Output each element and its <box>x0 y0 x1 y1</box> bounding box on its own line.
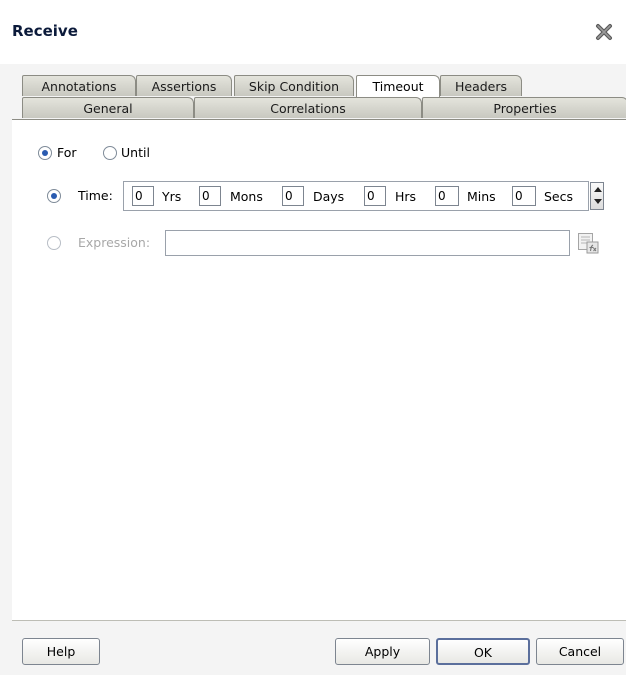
time-spinner[interactable] <box>590 182 604 210</box>
title-bar: Receive <box>0 0 626 64</box>
spin-up-icon[interactable] <box>594 187 602 192</box>
dialog-title: Receive <box>12 22 78 40</box>
tab-properties[interactable]: Properties <box>422 97 626 118</box>
expression-builder-icon[interactable] <box>577 232 599 254</box>
hours-field[interactable]: 0 <box>364 186 386 206</box>
hours-unit: Hrs <box>395 189 417 204</box>
days-field[interactable]: 0 <box>282 186 304 206</box>
help-button[interactable]: Help <box>22 638 100 665</box>
expression-label: Expression: <box>78 235 151 250</box>
until-label: Until <box>121 145 150 160</box>
for-label: For <box>57 145 77 160</box>
until-radio[interactable] <box>103 146 117 160</box>
minutes-unit: Mins <box>467 189 496 204</box>
receive-dialog: Receive Annotations Assertions Skip Cond… <box>0 0 626 675</box>
days-unit: Days <box>313 189 345 204</box>
for-radio[interactable] <box>38 146 52 160</box>
spin-down-icon[interactable] <box>594 199 602 204</box>
minutes-field[interactable]: 0 <box>435 186 459 206</box>
ok-button[interactable]: OK <box>436 638 530 665</box>
tab-annotations[interactable]: Annotations <box>22 75 136 96</box>
tab-general[interactable]: General <box>22 97 194 118</box>
time-radio[interactable] <box>47 189 61 203</box>
years-unit: Yrs <box>162 189 182 204</box>
apply-button[interactable]: Apply <box>335 638 430 665</box>
tab-correlations[interactable]: Correlations <box>194 97 422 118</box>
months-unit: Mons <box>230 189 263 204</box>
years-field[interactable]: 0 <box>132 186 154 206</box>
tab-headers[interactable]: Headers <box>440 75 522 96</box>
expression-input[interactable] <box>165 230 570 256</box>
cancel-button[interactable]: Cancel <box>536 638 624 665</box>
time-label: Time: <box>78 188 113 203</box>
seconds-field[interactable]: 0 <box>512 186 536 206</box>
tab-assertions[interactable]: Assertions <box>136 75 232 96</box>
seconds-unit: Secs <box>544 189 574 204</box>
time-fields-group: 0 Yrs 0 Mons 0 Days 0 Hrs 0 Mins 0 Secs <box>123 181 589 211</box>
close-icon[interactable] <box>594 22 614 42</box>
expression-radio[interactable] <box>47 236 61 250</box>
tab-skip-condition[interactable]: Skip Condition <box>234 75 354 96</box>
months-field[interactable]: 0 <box>199 186 221 206</box>
tab-timeout[interactable]: Timeout <box>356 75 440 98</box>
